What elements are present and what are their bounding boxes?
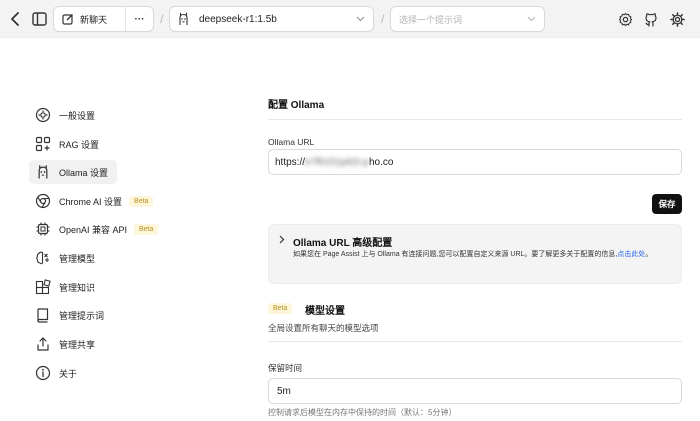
model-select-value: deepseek-r1:1.5b — [199, 13, 277, 25]
new-chat-button[interactable]: 新聊天 — [54, 7, 126, 31]
beta-badge: Beta — [268, 303, 293, 314]
sidebar-item-label: 管理模型 — [59, 253, 96, 264]
sidebar-item-label: 管理共享 — [59, 339, 96, 350]
chip-icon — [31, 221, 55, 237]
sidebar-item-chrome-ai[interactable]: Chrome AI 设置 Beta — [29, 189, 169, 213]
model-select[interactable]: deepseek-r1:1.5b — [169, 6, 374, 32]
prompt-select[interactable]: 选择一个提示词 — [390, 6, 545, 32]
model-settings-subtitle: 全局设置所有聊天的模型选项 — [268, 323, 379, 333]
ollama-icon — [178, 12, 189, 26]
info-icon — [31, 365, 55, 381]
chevron-right-icon[interactable] — [279, 235, 285, 244]
settings-cog-icon[interactable] — [617, 11, 633, 27]
blocks-icon — [31, 279, 55, 295]
edit-icon — [62, 13, 74, 25]
sidebar-item-label: 关于 — [59, 368, 78, 379]
keep-alive-label: 保留时间 — [268, 363, 303, 373]
advanced-config-description: 如果您在 Page Assist 上与 Ollama 有连接问题,您可以配置自定… — [293, 249, 675, 260]
sidebar-item-manage-models[interactable]: 管理模型 — [29, 246, 117, 270]
back-icon[interactable] — [8, 11, 22, 27]
ollama-url-input[interactable]: https://e7f6151p62r.p ho.co — [268, 149, 682, 175]
sidebar-item-label: 一般设置 — [59, 110, 96, 121]
ollama-icon — [31, 164, 55, 180]
advanced-config-title: Ollama URL 高级配置 — [293, 238, 393, 249]
model-settings-title: 模型设置 — [305, 306, 345, 317]
breadcrumb-separator: / — [160, 12, 164, 26]
top-bar: 新聊天 ··· / deepseek-r1:1.5b / 选择一个提示词 — [0, 0, 700, 38]
url-suffix: ho.co — [368, 156, 394, 168]
url-prefix: https:// — [275, 156, 306, 168]
sidebar-item-label: OpenAI 兼容 API — [59, 224, 128, 235]
divider — [268, 119, 682, 120]
new-chat-group: 新聊天 ··· — [53, 6, 154, 32]
sidebar-item-rag[interactable]: RAG 设置 — [29, 132, 117, 156]
beta-badge: Beta — [134, 223, 159, 235]
sidebar-item-about[interactable]: 关于 — [29, 361, 117, 385]
sidebar-item-label: Ollama 设置 — [59, 167, 109, 178]
sidebar-item-label: 管理提示词 — [59, 310, 105, 321]
sidebar-item-openai[interactable]: OpenAI 兼容 API Beta — [29, 217, 169, 241]
prompt-select-placeholder: 选择一个提示词 — [399, 14, 463, 25]
page-title: 配置 Ollama — [268, 100, 325, 111]
sidebar-item-manage-prompts[interactable]: 管理提示词 — [29, 303, 117, 327]
sidebar-toggle-icon[interactable] — [30, 10, 48, 28]
sidebar-item-label: Chrome AI 设置 — [59, 196, 123, 207]
keep-alive-hint: 控制请求后模型在内存中保持的时间（默认：5分钟） — [268, 408, 457, 417]
share-icon — [31, 336, 55, 352]
sidebar-item-label: 管理知识 — [59, 282, 96, 293]
learn-more-link[interactable]: 点击此处 — [617, 251, 645, 258]
keep-alive-value: 5m — [277, 385, 291, 397]
gear-icon[interactable] — [669, 11, 685, 27]
brain-icon — [31, 250, 55, 266]
sidebar-item-general[interactable]: 一般设置 — [29, 103, 117, 127]
new-chat-label: 新聊天 — [80, 14, 108, 25]
book-icon — [31, 307, 55, 323]
rag-icon — [31, 136, 55, 152]
more-button[interactable]: ··· — [126, 14, 153, 25]
ollama-url-label: Ollama URL — [268, 137, 315, 147]
url-redacted: e7f6151p62r.p — [305, 156, 369, 168]
advanced-config-panel[interactable]: Ollama URL 高级配置 如果您在 Page Assist 上与 Olla… — [268, 224, 682, 284]
sidebar-item-manage-knowledge[interactable]: 管理知识 — [29, 275, 117, 299]
advanced-config-text-end: 。 — [645, 251, 653, 258]
breadcrumb-separator: / — [381, 12, 385, 26]
chevron-down-icon — [527, 16, 536, 22]
sidebar-item-label: RAG 设置 — [59, 139, 100, 150]
advanced-config-text: 如果您在 Page Assist 上与 Ollama 有连接问题,您可以配置自定… — [293, 251, 618, 258]
beta-badge: Beta — [129, 195, 154, 207]
chrome-icon — [31, 193, 55, 209]
chevron-down-icon — [356, 16, 365, 22]
save-button[interactable]: 保存 — [652, 194, 682, 214]
gear-circle-icon — [31, 107, 55, 123]
sidebar-item-manage-share[interactable]: 管理共享 — [29, 332, 117, 356]
sidebar-item-ollama[interactable]: Ollama 设置 — [29, 160, 117, 184]
divider — [268, 341, 682, 342]
keep-alive-input[interactable]: 5m — [268, 378, 682, 404]
github-icon[interactable] — [643, 11, 659, 27]
